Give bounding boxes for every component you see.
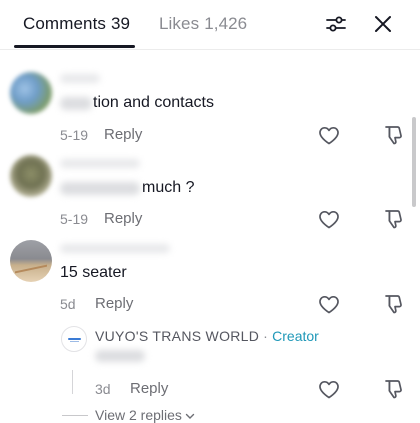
- heart-icon[interactable]: [317, 377, 341, 401]
- avatar[interactable]: [10, 240, 52, 282]
- comment-date: 5-19: [60, 127, 89, 143]
- tab-comments-count: 39: [111, 14, 131, 33]
- reply-button[interactable]: Reply: [104, 126, 142, 143]
- tab-likes-label: Likes: [159, 14, 200, 33]
- reply-text-blurred: [95, 350, 145, 362]
- heart-icon[interactable]: [317, 123, 341, 147]
- username-blurred[interactable]: [60, 74, 100, 83]
- comment-text: tion and contacts: [93, 94, 214, 111]
- avatar[interactable]: [10, 72, 52, 114]
- comments-panel: Comments 39 Likes 1,426 tion and contact…: [0, 0, 420, 423]
- dislike-icon[interactable]: [382, 207, 406, 231]
- username-blurred[interactable]: [60, 159, 140, 168]
- comment-text-blurred: [60, 182, 140, 195]
- close-icon[interactable]: [371, 12, 395, 36]
- creator-name-row: VUYO'S TRANS WORLD · Creator: [95, 328, 319, 344]
- separator-dot: ·: [263, 328, 269, 344]
- username-blurred[interactable]: [60, 244, 170, 253]
- sliders-icon[interactable]: [324, 12, 348, 36]
- comments-header: Comments 39 Likes 1,426: [0, 0, 420, 50]
- view-replies-label: View 2 replies: [95, 407, 182, 423]
- view-replies-line: [62, 415, 88, 416]
- tab-comments-label: Comments: [23, 14, 106, 33]
- view-replies-button[interactable]: View 2 replies: [95, 407, 196, 423]
- reply-button[interactable]: Reply: [95, 295, 133, 312]
- reply-button[interactable]: Reply: [130, 380, 168, 397]
- reply-date: 3d: [95, 381, 111, 397]
- heart-icon[interactable]: [317, 292, 341, 316]
- active-tab-indicator: [14, 45, 135, 48]
- comment-text: much ?: [142, 179, 195, 196]
- scrollbar[interactable]: [412, 117, 416, 207]
- creator-username[interactable]: VUYO'S TRANS WORLD: [95, 328, 259, 344]
- tab-likes-count: 1,426: [204, 14, 248, 33]
- tab-comments[interactable]: Comments 39: [23, 14, 130, 34]
- dislike-icon[interactable]: [382, 377, 406, 401]
- dislike-icon[interactable]: [382, 292, 406, 316]
- comment-date: 5-19: [60, 211, 89, 227]
- reply-button[interactable]: Reply: [104, 210, 142, 227]
- dislike-icon[interactable]: [382, 123, 406, 147]
- tab-likes[interactable]: Likes 1,426: [159, 14, 247, 34]
- comment-list[interactable]: tion and contacts 5-19 Reply much ? 5-19…: [0, 51, 420, 423]
- creator-badge: Creator: [272, 328, 319, 344]
- thread-line: [72, 370, 73, 394]
- heart-icon[interactable]: [317, 207, 341, 231]
- avatar[interactable]: [10, 155, 52, 197]
- comment-text-blurred: [60, 97, 92, 110]
- comment-text: 15 seater: [60, 264, 127, 281]
- creator-avatar[interactable]: [61, 326, 87, 352]
- chevron-down-icon: [185, 414, 195, 420]
- comment-date: 5d: [60, 296, 76, 312]
